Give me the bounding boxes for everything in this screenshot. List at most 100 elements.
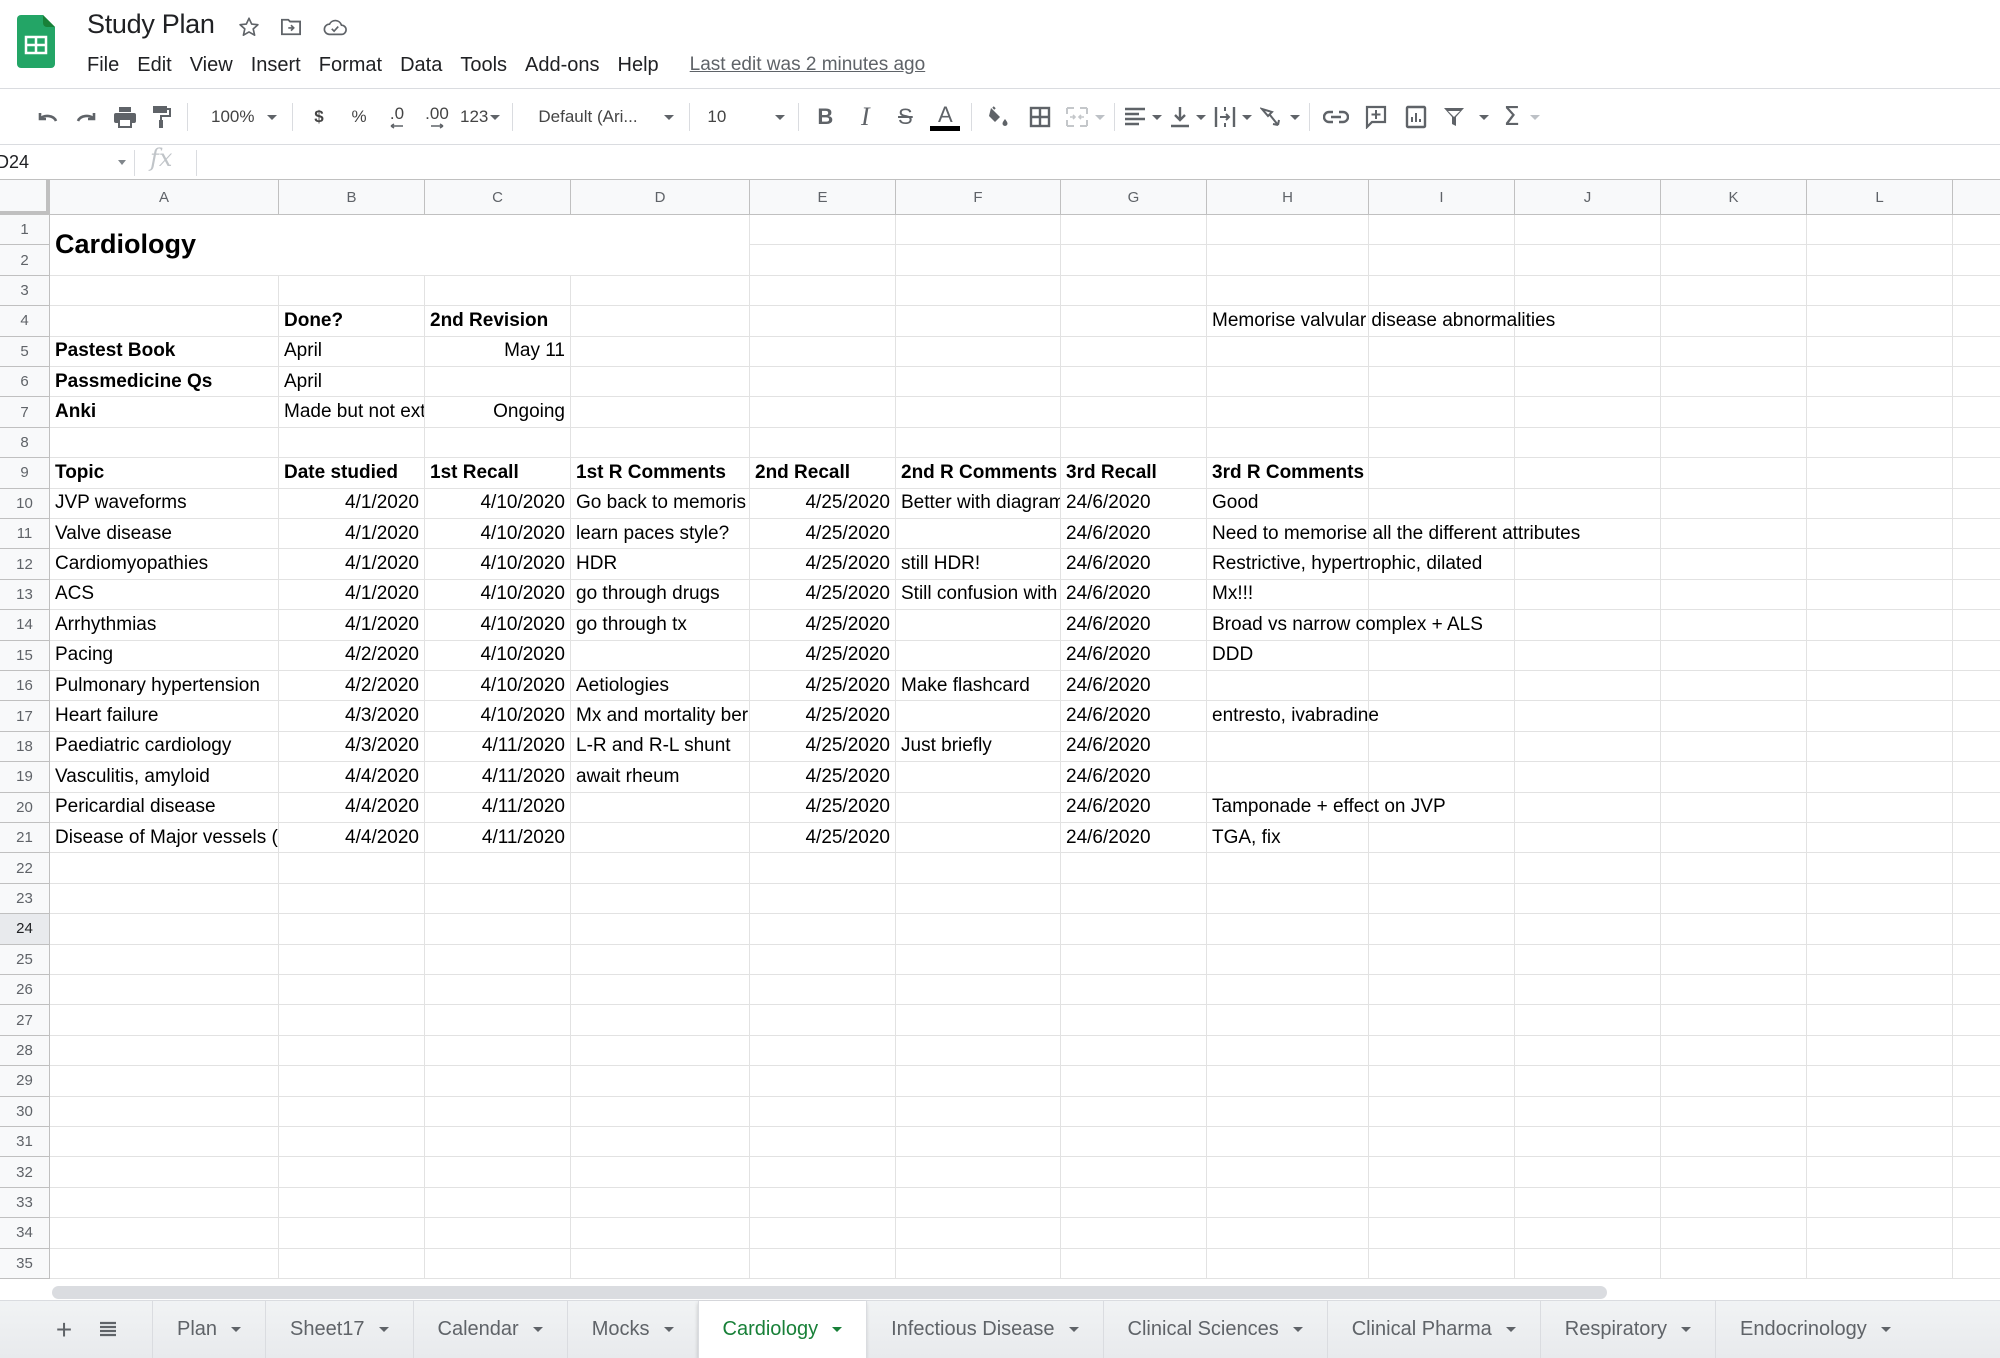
cell[interactable] [1661, 579, 1807, 611]
cell[interactable] [750, 1218, 896, 1249]
menu-data[interactable]: Data [391, 52, 451, 79]
cell[interactable]: 4/25/2020 [750, 640, 896, 671]
cell[interactable] [1369, 397, 1515, 428]
cell[interactable]: 4/10/2020 [425, 701, 571, 732]
cell[interactable] [896, 1127, 1061, 1158]
cell[interactable]: 4/10/2020 [425, 579, 571, 611]
cell[interactable] [1369, 731, 1515, 763]
cell[interactable] [1369, 640, 1515, 671]
decrease-decimal-button[interactable]: .0 [380, 101, 414, 133]
cell[interactable] [425, 275, 571, 307]
cell[interactable] [896, 792, 1061, 823]
star-icon[interactable] [236, 14, 262, 40]
cell[interactable] [896, 1218, 1061, 1249]
row-header[interactable]: 16 [0, 671, 50, 702]
cell[interactable] [1807, 1005, 1953, 1036]
cell[interactable] [1953, 245, 2000, 276]
cell[interactable]: Ongoing [425, 397, 571, 428]
column-header[interactable]: H [1207, 180, 1369, 215]
cell[interactable] [1207, 275, 1369, 307]
column-header[interactable]: L [1807, 180, 1953, 215]
cell[interactable] [1953, 944, 2000, 975]
horizontal-scrollbar[interactable] [52, 1286, 1607, 1299]
cell[interactable]: 24/6/2020 [1061, 823, 1207, 854]
cell[interactable] [1369, 336, 1515, 367]
cell[interactable] [279, 883, 425, 915]
cell[interactable] [1661, 1005, 1807, 1036]
column-header[interactable]: B [279, 180, 425, 215]
cell[interactable] [1207, 853, 1369, 884]
cell[interactable]: still HDR! [896, 549, 1061, 580]
cell[interactable]: 24/6/2020 [1061, 640, 1207, 671]
cell[interactable] [571, 427, 750, 459]
cell[interactable]: Date studied [279, 458, 425, 489]
cell[interactable]: 4/25/2020 [750, 731, 896, 763]
font-family-select[interactable]: Default (Ari... [522, 101, 680, 133]
text-wrapping-button[interactable] [1214, 101, 1253, 133]
row-header[interactable]: 6 [0, 367, 50, 398]
text-rotation-button[interactable] [1260, 101, 1301, 133]
cell[interactable]: go through tx [571, 610, 750, 641]
undo-button[interactable] [30, 101, 64, 133]
horizontal-align-button[interactable] [1124, 101, 1163, 133]
row-header[interactable]: 30 [0, 1096, 50, 1127]
cell[interactable] [50, 883, 279, 915]
cell[interactable] [279, 1127, 425, 1158]
all-sheets-button[interactable] [86, 1301, 130, 1358]
cell[interactable]: Go back to memoris [571, 488, 750, 519]
row-header[interactable]: 17 [0, 701, 50, 732]
cell[interactable] [279, 853, 425, 884]
cell[interactable] [896, 610, 1061, 641]
cell[interactable] [750, 397, 896, 428]
cell[interactable] [279, 275, 425, 307]
cell[interactable] [1661, 944, 1807, 975]
cell[interactable] [279, 1096, 425, 1127]
cell[interactable]: Mx and mortality ber [571, 701, 750, 732]
cell[interactable] [1061, 1096, 1207, 1127]
cell[interactable] [50, 1157, 279, 1188]
row-header[interactable]: 8 [0, 427, 50, 459]
text-color-button[interactable]: A [928, 101, 962, 133]
cell[interactable] [1807, 519, 1953, 550]
chevron-down-icon[interactable] [1292, 1327, 1303, 1332]
column-header[interactable]: K [1661, 180, 1807, 215]
cell[interactable]: 4/3/2020 [279, 701, 425, 732]
cell[interactable] [425, 1248, 571, 1279]
row-header[interactable]: 35 [0, 1248, 50, 1279]
cell[interactable] [896, 762, 1061, 793]
cell[interactable] [1661, 306, 1807, 337]
cell[interactable]: Broad vs narrow complex + ALS [1207, 610, 1483, 641]
chevron-down-icon[interactable] [1505, 1327, 1516, 1332]
cell[interactable]: April [279, 336, 425, 367]
cell[interactable] [1661, 367, 1807, 398]
cell[interactable]: 4/25/2020 [750, 823, 896, 854]
cell[interactable] [896, 1248, 1061, 1279]
cell[interactable]: learn paces style? [571, 519, 750, 550]
cell[interactable] [1207, 1096, 1369, 1127]
menu-file[interactable]: File [78, 52, 128, 79]
row-header[interactable]: 34 [0, 1218, 50, 1249]
cell[interactable] [750, 914, 896, 945]
cell[interactable] [1515, 883, 1661, 915]
cell[interactable] [1207, 1127, 1369, 1158]
row-header[interactable]: 9 [0, 458, 50, 489]
font-size-select[interactable]: 10 [699, 101, 789, 133]
cell[interactable] [896, 1035, 1061, 1067]
cell[interactable] [1061, 853, 1207, 884]
cell[interactable] [750, 306, 896, 337]
cell[interactable] [750, 367, 896, 398]
cell[interactable] [1061, 336, 1207, 367]
cell[interactable] [571, 792, 750, 823]
cell[interactable] [896, 914, 1061, 945]
cell[interactable] [1807, 610, 1953, 641]
cell[interactable] [1207, 883, 1369, 915]
cell[interactable] [1807, 215, 1953, 246]
row-header[interactable]: 19 [0, 762, 50, 793]
cell[interactable] [1953, 306, 2000, 337]
row-header[interactable]: 22 [0, 853, 50, 884]
row-header[interactable]: 1 [0, 215, 50, 246]
cloud-saved-icon[interactable] [322, 14, 348, 40]
cell[interactable] [50, 306, 279, 337]
cell[interactable] [571, 1187, 750, 1219]
cell[interactable] [1953, 488, 2000, 519]
